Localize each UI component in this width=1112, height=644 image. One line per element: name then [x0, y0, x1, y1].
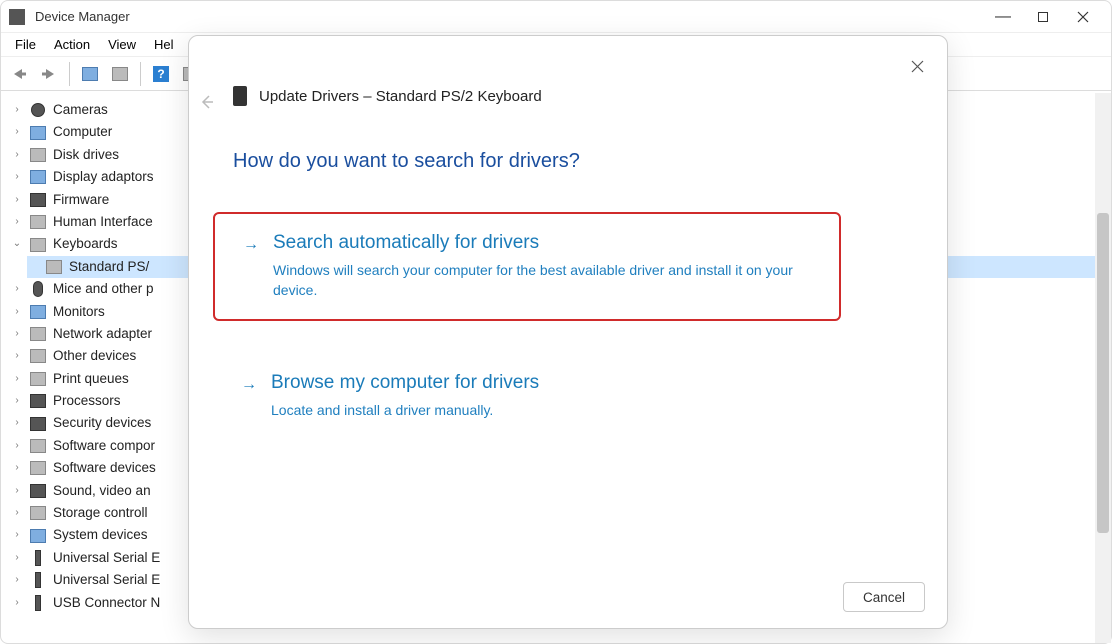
menu-file[interactable]: File: [7, 35, 44, 54]
option-title: Search automatically for drivers: [273, 232, 811, 254]
chevron-down-icon: ⌄: [11, 233, 23, 255]
dialog-back-button[interactable]: [199, 94, 215, 110]
chevron-right-icon: ›: [11, 390, 23, 412]
dialog-close-button[interactable]: [903, 52, 931, 80]
nav-forward-button[interactable]: [35, 60, 63, 88]
keyboard-icon: [29, 236, 47, 254]
security-icon: [29, 415, 47, 433]
camera-icon: [29, 101, 47, 119]
chevron-right-icon: ›: [11, 345, 23, 367]
minimize-button[interactable]: —: [983, 3, 1023, 31]
computer-icon: [29, 124, 47, 142]
keyboard-icon: [233, 86, 247, 106]
menu-help[interactable]: Hel: [146, 35, 182, 54]
chevron-right-icon: ›: [11, 189, 23, 211]
option-title: Browse my computer for drivers: [271, 372, 813, 394]
dialog-header: Update Drivers – Standard PS/2 Keyboard: [189, 36, 947, 100]
scrollbar-thumb[interactable]: [1097, 213, 1109, 533]
grid-icon: [82, 67, 98, 81]
chevron-right-icon: ›: [11, 368, 23, 390]
chevron-right-icon: ›: [11, 166, 23, 188]
chevron-right-icon: ›: [11, 301, 23, 323]
arrow-left-icon: [199, 94, 215, 110]
dialog-footer: Cancel: [843, 582, 925, 612]
chevron-right-icon: ›: [11, 480, 23, 502]
disk-icon: [29, 146, 47, 164]
chevron-right-icon: ›: [11, 323, 23, 345]
close-button[interactable]: [1063, 3, 1103, 31]
usb-icon: [29, 549, 47, 567]
software-icon: [29, 459, 47, 477]
close-icon: [911, 60, 924, 73]
window-title: Device Manager: [35, 9, 983, 24]
panel-icon: [112, 67, 128, 81]
option-description: Windows will search your computer for th…: [273, 260, 811, 301]
arrow-right-icon: [40, 67, 58, 81]
toolbar-separator: [140, 62, 141, 86]
option-browse-computer[interactable]: → Browse my computer for drivers Locate …: [213, 354, 841, 438]
option-search-automatically[interactable]: → Search automatically for drivers Windo…: [213, 212, 841, 321]
cancel-button[interactable]: Cancel: [843, 582, 925, 612]
hid-icon: [29, 213, 47, 231]
keyboard-icon: [45, 258, 63, 276]
toolbar-button-1[interactable]: [76, 60, 104, 88]
chevron-right-icon: ›: [11, 144, 23, 166]
option-description: Locate and install a driver manually.: [271, 400, 813, 420]
maximize-button[interactable]: [1023, 3, 1063, 31]
sound-icon: [29, 482, 47, 500]
help-button[interactable]: ?: [147, 60, 175, 88]
chevron-right-icon: ›: [11, 211, 23, 233]
dialog-title: Update Drivers – Standard PS/2 Keyboard: [259, 88, 542, 105]
chevron-right-icon: ›: [11, 435, 23, 457]
chevron-right-icon: ›: [11, 502, 23, 524]
usb-icon: [29, 571, 47, 589]
chevron-right-icon: ›: [11, 569, 23, 591]
chevron-right-icon: ›: [11, 547, 23, 569]
help-icon: ?: [152, 65, 170, 83]
other-icon: [29, 347, 47, 365]
mouse-icon: [29, 280, 47, 298]
arrow-right-icon: →: [243, 236, 259, 254]
svg-text:?: ?: [157, 67, 164, 81]
toolbar-button-2[interactable]: [106, 60, 134, 88]
system-icon: [29, 527, 47, 545]
chevron-right-icon: ›: [11, 457, 23, 479]
chevron-right-icon: ›: [11, 412, 23, 434]
dialog-prompt: How do you want to search for drivers?: [233, 150, 580, 173]
network-icon: [29, 325, 47, 343]
arrow-left-icon: [10, 67, 28, 81]
display-icon: [29, 168, 47, 186]
firmware-icon: [29, 191, 47, 209]
chevron-right-icon: ›: [11, 524, 23, 546]
nav-back-button[interactable]: [5, 60, 33, 88]
titlebar: Device Manager —: [1, 1, 1111, 33]
chevron-right-icon: ›: [11, 592, 23, 614]
vertical-scrollbar[interactable]: [1095, 93, 1111, 643]
toolbar-separator: [69, 62, 70, 86]
menu-view[interactable]: View: [100, 35, 144, 54]
monitor-icon: [29, 303, 47, 321]
arrow-right-icon: →: [241, 376, 257, 394]
usb-icon: [29, 594, 47, 612]
chevron-right-icon: ›: [11, 278, 23, 300]
update-drivers-dialog: Update Drivers – Standard PS/2 Keyboard …: [188, 35, 948, 629]
software-icon: [29, 437, 47, 455]
menu-action[interactable]: Action: [46, 35, 98, 54]
chevron-right-icon: ›: [11, 99, 23, 121]
close-icon: [1077, 11, 1089, 23]
maximize-icon: [1037, 11, 1049, 23]
cpu-icon: [29, 392, 47, 410]
storage-icon: [29, 504, 47, 522]
printer-icon: [29, 370, 47, 388]
app-icon: [9, 9, 25, 25]
chevron-right-icon: ›: [11, 121, 23, 143]
